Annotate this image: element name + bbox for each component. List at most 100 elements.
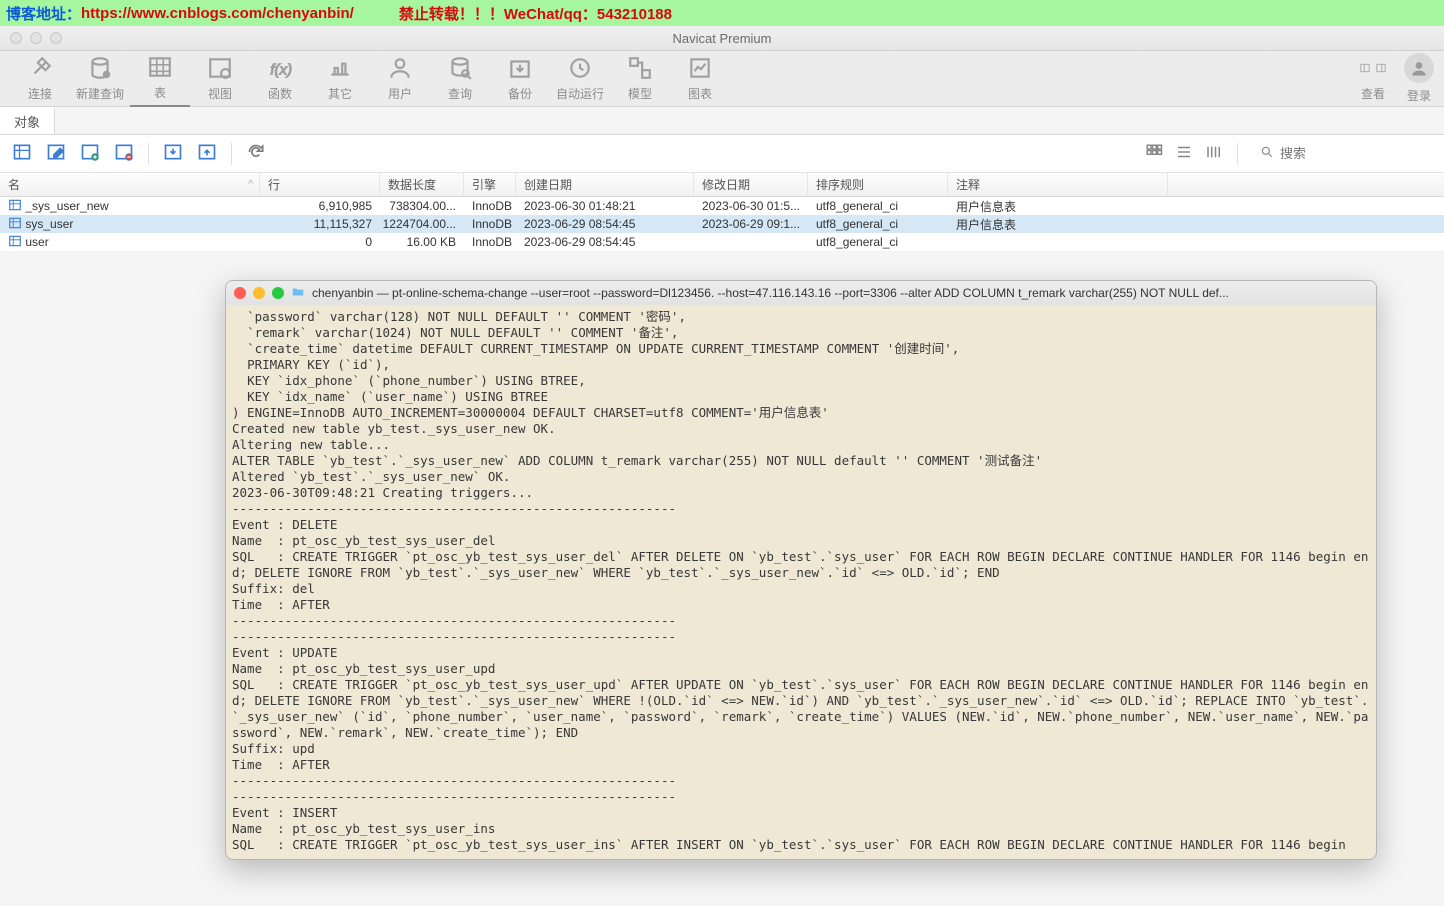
term-minimize-button[interactable] (253, 287, 265, 299)
tb-label: 新建查询 (76, 85, 124, 102)
table-row-icon (8, 216, 22, 233)
search-db-icon (447, 55, 473, 81)
th-collation[interactable]: 排序规则 (808, 173, 948, 196)
clock-icon (567, 55, 593, 81)
tabs: 对象 (0, 107, 1444, 135)
tb-chart[interactable]: 图表 (670, 51, 730, 107)
folder-icon (291, 285, 305, 302)
td-created: 2023-06-30 01:48:21 (516, 199, 694, 213)
tb-model[interactable]: 模型 (610, 51, 670, 107)
th-rows[interactable]: 行 (260, 173, 380, 196)
panels-icon (1360, 55, 1386, 81)
table-icon (147, 54, 173, 80)
table-row-icon (8, 198, 22, 215)
export-icon[interactable] (197, 142, 217, 165)
watermark-bar: 博客地址： https://www.cnblogs.com/chenyanbin… (0, 0, 1444, 26)
table-row[interactable]: _sys_user_new 6,910,985 738304.00... Inn… (0, 197, 1444, 215)
table-row[interactable]: user 0 16.00 KB InnoDB 2023-06-29 08:54:… (0, 233, 1444, 251)
terminal-title: chenyanbin — pt-online-schema-change --u… (312, 286, 1368, 300)
grid-view-icon[interactable] (1145, 143, 1163, 164)
zoom-button[interactable] (50, 32, 62, 44)
tb-other[interactable]: 其它 (310, 51, 370, 107)
tb-label: 视图 (208, 85, 232, 102)
detail-view-icon[interactable] (1205, 143, 1223, 164)
window-title: Navicat Premium (673, 31, 772, 46)
query-icon (87, 55, 113, 81)
tb-label: 模型 (628, 85, 652, 102)
tb-backup[interactable]: 备份 (490, 51, 550, 107)
window-controls (0, 32, 62, 44)
th-engine[interactable]: 引擎 (464, 173, 516, 196)
search-icon (1260, 145, 1274, 162)
user-icon (387, 55, 413, 81)
tb-label: 查询 (448, 85, 472, 102)
td-collation: utf8_general_ci (808, 199, 948, 213)
plug-icon (27, 55, 53, 81)
td-engine: InnoDB (464, 217, 516, 231)
tb-label: 自动运行 (556, 85, 604, 102)
tb-label: 图表 (688, 85, 712, 102)
table-row[interactable]: sys_user 11,115,327 1224704.00... InnoDB… (0, 215, 1444, 233)
terminal-body[interactable]: `password` varchar(128) NOT NULL DEFAULT… (226, 305, 1376, 860)
title-bar: Navicat Premium (0, 26, 1444, 51)
table-row-icon (8, 234, 22, 251)
open-table-icon[interactable] (12, 142, 32, 165)
th-modified[interactable]: 修改日期 (694, 173, 808, 196)
td-dlen: 16.00 KB (380, 235, 464, 249)
tb-auto[interactable]: 自动运行 (550, 51, 610, 107)
new-table-icon[interactable] (80, 142, 100, 165)
td-rows: 0 (260, 235, 380, 249)
td-engine: InnoDB (464, 235, 516, 249)
th-created[interactable]: 创建日期 (516, 173, 694, 196)
delete-table-icon[interactable] (114, 142, 134, 165)
td-dlen: 738304.00... (380, 199, 464, 213)
chart-icon (687, 55, 713, 81)
td-comment: 用户信息表 (948, 198, 1168, 215)
design-table-icon[interactable] (46, 142, 66, 165)
tb-label: 备份 (508, 85, 532, 102)
tb-login[interactable]: 登录 (1404, 51, 1434, 107)
td-name: _sys_user_new (25, 199, 108, 213)
search-box[interactable] (1252, 143, 1432, 164)
td-modified: 2023-06-29 09:1... (694, 217, 808, 231)
import-icon[interactable] (163, 142, 183, 165)
td-collation: utf8_general_ci (808, 217, 948, 231)
table-header: 名 行 数据长度 引擎 创建日期 修改日期 排序规则 注释 (0, 173, 1444, 197)
watermark-warn: 禁止转载！！！WeChat/qq：543210188 (399, 3, 672, 24)
tb-label: 其它 (328, 85, 352, 102)
td-comment: 用户信息表 (948, 216, 1168, 233)
tb-label: 连接 (28, 85, 52, 102)
terminal-title-bar[interactable]: chenyanbin — pt-online-schema-change --u… (226, 281, 1376, 305)
tb-label: 用户 (388, 85, 412, 102)
tb-table[interactable]: 表 (130, 51, 190, 107)
th-comment[interactable]: 注释 (948, 173, 1168, 196)
terminal-window[interactable]: chenyanbin — pt-online-schema-change --u… (225, 280, 1377, 860)
close-button[interactable] (10, 32, 22, 44)
td-created: 2023-06-29 08:54:45 (516, 235, 694, 249)
tb-view-label: 查看 (1361, 85, 1385, 102)
tb-connect[interactable]: 连接 (10, 51, 70, 107)
tb-view[interactable]: 视图 (190, 51, 250, 107)
tb-user[interactable]: 用户 (370, 51, 430, 107)
avatar-icon (1404, 53, 1434, 83)
fx-icon: f(x) (267, 55, 293, 81)
tb-query[interactable]: 查询 (430, 51, 490, 107)
th-dlen[interactable]: 数据长度 (380, 173, 464, 196)
tb-function[interactable]: f(x) 函数 (250, 51, 310, 107)
term-close-button[interactable] (234, 287, 246, 299)
td-modified: 2023-06-30 01:5... (694, 199, 808, 213)
tb-login-label: 登录 (1407, 87, 1431, 104)
list-view-icon[interactable] (1175, 143, 1193, 164)
mini-toolbar (0, 135, 1444, 173)
refresh-icon[interactable] (246, 142, 266, 165)
table-body: _sys_user_new 6,910,985 738304.00... Inn… (0, 197, 1444, 251)
search-input[interactable] (1280, 146, 1420, 161)
tb-view-mode[interactable]: 查看 (1360, 51, 1386, 107)
tab-objects[interactable]: 对象 (0, 107, 55, 134)
tb-new-query[interactable]: 新建查询 (70, 51, 130, 107)
th-name[interactable]: 名 (0, 173, 260, 196)
td-engine: InnoDB (464, 199, 516, 213)
minimize-button[interactable] (30, 32, 42, 44)
tb-label: 函数 (268, 85, 292, 102)
term-zoom-button[interactable] (272, 287, 284, 299)
